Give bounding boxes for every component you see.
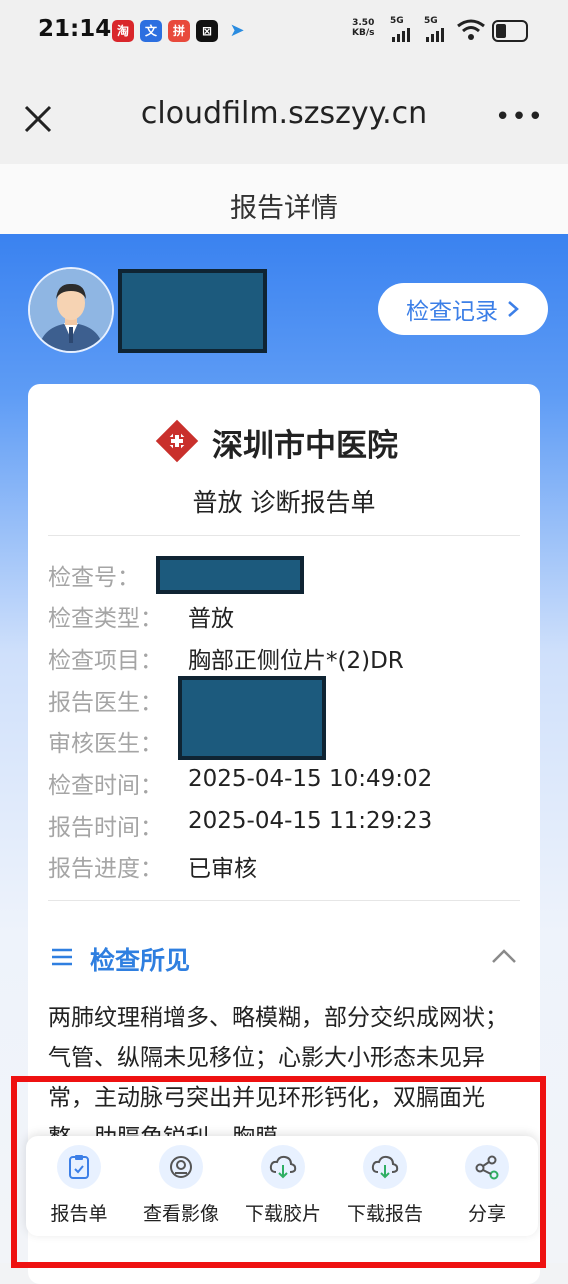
exam-time-label: 检查时间：	[48, 773, 163, 799]
divider	[48, 535, 520, 536]
chevron-up-icon[interactable]	[490, 947, 518, 965]
signal-5g-1: 5G	[390, 16, 404, 26]
exam-type-value: 普放	[188, 606, 234, 632]
notification-app-icon: ⊠	[196, 20, 218, 42]
avatar	[28, 267, 114, 353]
report-progress-value: 已审核	[188, 856, 257, 882]
chevron-right-icon	[508, 301, 519, 317]
notification-app-icon: 拼	[168, 20, 190, 42]
battery-icon	[492, 20, 528, 42]
status-time: 21:14	[38, 16, 112, 42]
hospital-logo-icon	[155, 419, 199, 463]
reporting-doctor-label: 报告医生：	[48, 690, 163, 716]
exam-item-value: 胸部正侧位片*(2)DR	[188, 648, 404, 674]
redacted-doctor-names	[178, 676, 326, 760]
findings-section-title[interactable]: 检查所见	[90, 941, 190, 977]
list-icon	[52, 948, 72, 966]
signal-bars-icon	[392, 28, 410, 42]
report-time-value: 2025-04-15 11:29:23	[188, 808, 433, 834]
page-url: cloudfilm.szszyy.cn	[140, 96, 428, 131]
report-type: 普放 诊断报告单	[192, 488, 376, 517]
signal-bars-icon	[426, 28, 444, 42]
divider	[48, 900, 520, 901]
exam-number-label: 检查号：	[48, 565, 140, 591]
signal-5g-2: 5G	[424, 16, 438, 26]
hospital-name: 深圳市中医院	[212, 428, 398, 464]
exam-time-value: 2025-04-15 10:49:02	[188, 766, 433, 792]
highlight-box	[11, 1076, 546, 1268]
more-menu-icon[interactable]: •••	[495, 102, 544, 132]
notification-app-icon: 淘	[112, 20, 134, 42]
send-icon: ➤	[229, 20, 245, 41]
redacted-exam-number	[156, 556, 304, 594]
exam-item-label: 检查项目：	[48, 648, 163, 674]
wifi-icon	[457, 19, 485, 40]
notification-app-icon: 文	[140, 20, 162, 42]
redacted-patient-name	[118, 269, 267, 353]
reviewing-doctor-label: 审核医生：	[48, 731, 163, 757]
report-time-label: 报告时间：	[48, 815, 163, 841]
page-title: 报告详情	[230, 193, 338, 224]
report-progress-label: 报告进度：	[48, 856, 163, 882]
exam-records-button[interactable]: 检查记录	[378, 283, 548, 335]
exam-type-label: 检查类型：	[48, 606, 163, 632]
network-speed: 3.50 KB/s	[352, 18, 375, 38]
exam-records-label: 检查记录	[406, 299, 498, 325]
